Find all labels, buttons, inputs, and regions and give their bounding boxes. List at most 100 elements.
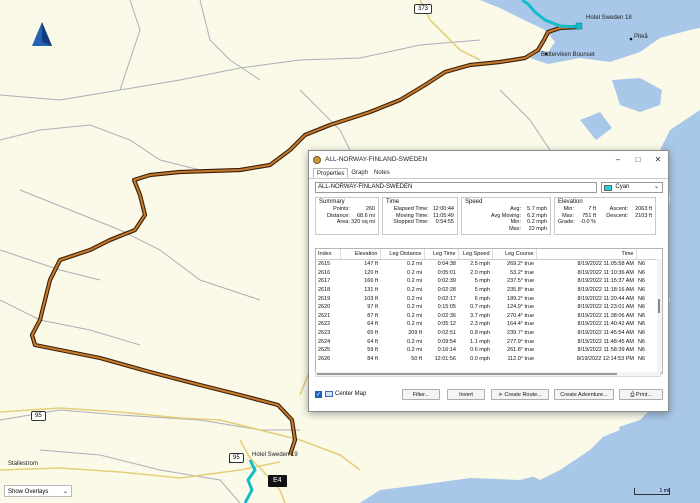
overlay-select[interactable]: Show Overlays ⌄ bbox=[4, 485, 72, 497]
table-cell: 0:15:05 bbox=[437, 304, 456, 311]
table-cell: 87 ft bbox=[367, 312, 378, 319]
tab-properties[interactable]: Properties bbox=[313, 168, 349, 178]
table-cell: 0.2 mi bbox=[407, 261, 422, 268]
stat-label: Max: bbox=[509, 225, 521, 232]
speed-group: Speed Avg: 5.7 mph Avg Moving: 6.2 mph Min… bbox=[461, 197, 551, 235]
table-cell: 0.2 mi bbox=[407, 321, 422, 328]
table-cell: 1.1 mph bbox=[470, 338, 490, 345]
table-row[interactable]: 2616 120 ft 0.2 mi 0:05:01 2.0 mph 53.2° true… bbox=[316, 269, 662, 278]
color-swatch bbox=[604, 184, 613, 191]
map-scale-bar: 1 mi bbox=[634, 488, 670, 495]
table-row[interactable]: 2617 166 ft 0.2 mi 0:02:39 5 mph 237.5° true 8… bbox=[316, 277, 662, 286]
route-icon: ➤ bbox=[498, 392, 503, 398]
dialog-titlebar[interactable]: ALL-NORWAY-FINLAND-SWEDEN – □ ✕ bbox=[309, 151, 668, 168]
filter-button[interactable]: Filter... bbox=[402, 389, 440, 400]
table-cell: 0.0 mph bbox=[470, 355, 490, 362]
table-row[interactable]: 2619 103 ft 0.2 mi 0:02:17 6 mph 189.2° true 8… bbox=[316, 294, 662, 303]
table-cell: 269.2° true bbox=[507, 261, 534, 268]
table-row[interactable]: 2625 59 ft 0.2 mi 0:16:14 0.6 mph 261.8° true… bbox=[316, 346, 662, 355]
dialog-tabs: Properties Graph Notes bbox=[309, 168, 668, 179]
table-cell: 235.8° true bbox=[507, 287, 534, 294]
table-cell: 8/19/2022 11:58:39 AM bbox=[577, 347, 634, 354]
stat-value: 2103 ft bbox=[635, 212, 652, 219]
table-cell: 189.2° true bbox=[507, 295, 534, 302]
table-cell: 2618 bbox=[318, 287, 331, 294]
vertical-scrollbar[interactable] bbox=[657, 259, 662, 373]
close-button[interactable]: ✕ bbox=[648, 151, 668, 168]
table-row[interactable]: 2623 65 ft 209 ft 0:02:51 0.8 mph 239.7° true… bbox=[316, 329, 662, 338]
table-row[interactable]: 2621 87 ft 0.2 mi 0:02:36 3.7 mph 270.4° true… bbox=[316, 312, 662, 321]
table-cell: 50 ft bbox=[411, 355, 422, 362]
create-route-button[interactable]: ➤ Create Route... bbox=[491, 389, 549, 400]
table-cell: 8/19/2022 11:18:16 AM bbox=[577, 287, 634, 294]
minimize-button[interactable]: – bbox=[608, 151, 628, 168]
table-cell: 2621 bbox=[318, 312, 331, 319]
column-header[interactable]: Time bbox=[536, 249, 637, 260]
elevation-label: Elevation bbox=[558, 199, 583, 205]
table-cell: 261.8° true bbox=[507, 347, 534, 354]
table-cell: 0.7 mph bbox=[470, 304, 490, 311]
column-header[interactable]: Leg Course bbox=[492, 249, 537, 260]
create-route-label: Create Route... bbox=[504, 392, 542, 398]
tab-graph[interactable]: Graph bbox=[348, 168, 371, 178]
table-cell: 2617 bbox=[318, 278, 331, 285]
table-row[interactable]: 2626 84 ft 50 ft 12:01:56 0.0 mph 112.0° true… bbox=[316, 355, 662, 364]
table-cell: 0:05:12 bbox=[437, 321, 456, 328]
center-map-checkbox[interactable]: ✓ bbox=[315, 390, 322, 398]
table-cell: 8/19/2022 11:23:01 AM bbox=[577, 304, 634, 311]
table-cell: 0:05:01 bbox=[437, 269, 456, 276]
column-header[interactable] bbox=[636, 249, 662, 260]
table-cell: 120 ft bbox=[364, 269, 378, 276]
time-group: Time Elapsed Time: 12:00:44 Moving Time: 1… bbox=[382, 197, 458, 235]
column-header[interactable]: Elevation bbox=[340, 249, 381, 260]
table-cell: 97 ft bbox=[367, 304, 378, 311]
column-header[interactable]: Leg Distance bbox=[380, 249, 425, 260]
column-header[interactable]: Leg Time bbox=[424, 249, 459, 260]
table-cell: 8/19/2022 11:05:58 AM bbox=[577, 261, 634, 268]
print-button[interactable]: ⎙ Print... bbox=[619, 389, 663, 400]
table-cell: 64 ft bbox=[367, 338, 378, 345]
horizontal-scrollbar[interactable] bbox=[315, 372, 661, 377]
table-cell: 2615 bbox=[318, 261, 331, 268]
create-adventure-button[interactable]: Create Adventure... bbox=[554, 389, 614, 400]
track-name-input[interactable]: ALL-NORWAY-FINLAND-SWEDEN bbox=[315, 182, 598, 193]
invert-button[interactable]: Invert bbox=[447, 389, 485, 400]
table-cell: 131 ft bbox=[364, 287, 378, 294]
table-row[interactable]: 2620 97 ft 0.2 mi 0:15:05 0.7 mph 124.9° true… bbox=[316, 303, 662, 312]
table-row[interactable]: 2622 64 ft 0.2 mi 0:05:12 2.3 mph 164.4° true… bbox=[316, 320, 662, 329]
stat-label: Descent: bbox=[606, 212, 628, 219]
table-cell: 0:16:14 bbox=[437, 347, 456, 354]
table-cell: 124.9° true bbox=[507, 304, 534, 311]
table-cell: 209 ft bbox=[408, 330, 422, 337]
tab-notes[interactable]: Notes bbox=[371, 168, 393, 178]
table-cell: 147 ft bbox=[364, 261, 378, 268]
table-cell: 0.2 mi bbox=[407, 347, 422, 354]
maximize-button[interactable]: □ bbox=[628, 151, 648, 168]
table-row[interactable]: 2618 131 ft 0.2 mi 0:02:28 5 mph 235.8° true 8… bbox=[316, 286, 662, 295]
table-cell: 103 ft bbox=[364, 295, 378, 302]
table-row[interactable]: 2624 64 ft 0.2 mi 0:09:54 1.1 mph 277.9° true… bbox=[316, 337, 662, 346]
table-cell: 2623 bbox=[318, 330, 331, 337]
road-shield-95-bottom: 95 bbox=[229, 453, 244, 463]
trackpoint-table[interactable]: Index Elevation Leg Distance Leg Time Leg Sp… bbox=[315, 248, 663, 374]
stat-label: Grade: bbox=[558, 219, 575, 225]
table-cell: 0.2 mi bbox=[407, 295, 422, 302]
stat-value: 320 sq mi bbox=[351, 219, 375, 225]
track-color-select[interactable]: Cyan ⌄ bbox=[601, 182, 663, 193]
table-cell: 0:04:38 bbox=[437, 261, 456, 268]
table-row[interactable]: 2615 147 ft 0.2 mi 0:04:38 2.5 mph 269.2° tru… bbox=[316, 260, 662, 269]
table-cell: 0.2 mi bbox=[407, 304, 422, 311]
table-cell: 8/19/2022 11:15:37 AM bbox=[577, 278, 634, 285]
table-cell: 0:02:51 bbox=[437, 330, 456, 337]
table-cell: 2.0 mph bbox=[470, 269, 490, 276]
table-cell: 0:02:39 bbox=[437, 278, 456, 285]
place-label-battervik: Bätterviken Bounset bbox=[541, 52, 595, 58]
column-header[interactable]: Leg Speed bbox=[458, 249, 493, 260]
column-header[interactable]: Index bbox=[316, 249, 341, 260]
road-label-bottom-left: Stallestrom bbox=[8, 461, 39, 467]
road-shield-373: 373 bbox=[414, 4, 433, 14]
table-cell: 2626 bbox=[318, 355, 331, 362]
table-cell: 3.7 mph bbox=[470, 312, 490, 319]
print-label: Print... bbox=[636, 392, 652, 398]
track-properties-dialog: ALL-NORWAY-FINLAND-SWEDEN – □ ✕ Properti… bbox=[308, 150, 669, 412]
